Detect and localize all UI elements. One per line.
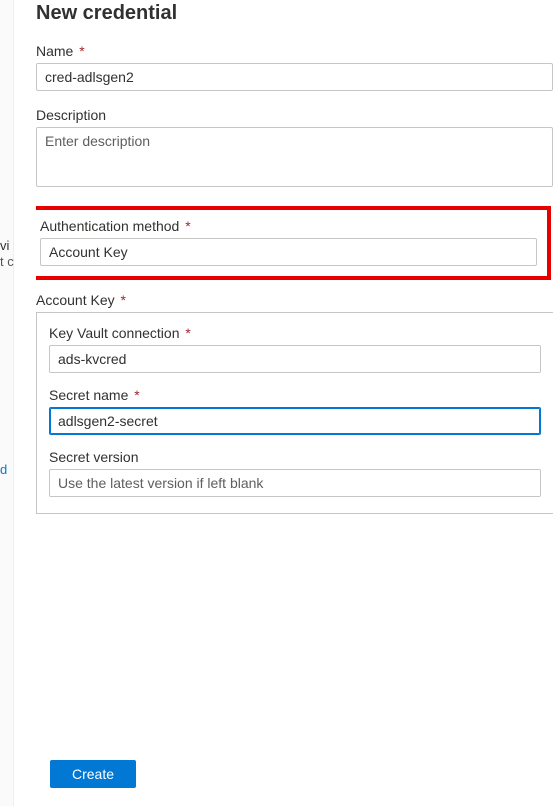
name-field: Name * [36, 43, 553, 91]
label-text: Authentication method [40, 218, 179, 234]
auth-method-field: Authentication method * [40, 218, 537, 266]
bg-link-fragment: d [0, 462, 7, 477]
credential-form: Name * Description Authentication method… [36, 43, 553, 746]
secret-name-input[interactable] [49, 407, 541, 435]
required-mark: * [121, 292, 126, 308]
kv-connection-field: Key Vault connection * [49, 325, 541, 373]
bg-text-fragment: vi [0, 238, 9, 253]
secret-version-input[interactable] [49, 469, 541, 497]
auth-method-highlight: Authentication method * [36, 206, 551, 280]
required-mark: * [185, 325, 190, 341]
required-mark: * [79, 43, 84, 59]
panel-footer: Create [50, 760, 136, 788]
create-button[interactable]: Create [50, 760, 136, 788]
background-panel-fragment: vi t c d [0, 0, 14, 806]
label-text: Secret version [49, 449, 138, 465]
label-text: Secret name [49, 387, 128, 403]
secret-name-field: Secret name * [49, 387, 541, 435]
account-key-section-header: Account Key * [36, 292, 553, 308]
description-field: Description [36, 107, 553, 190]
kv-connection-label: Key Vault connection * [49, 325, 541, 341]
new-credential-panel: New credential Name * Description Authen… [14, 0, 553, 806]
name-label: Name * [36, 43, 553, 59]
secret-name-label: Secret name * [49, 387, 541, 403]
kv-connection-select[interactable] [49, 345, 541, 373]
bg-text-fragment: t c [0, 254, 14, 269]
auth-method-label: Authentication method * [40, 218, 537, 234]
auth-method-select[interactable] [40, 238, 537, 266]
required-mark: * [134, 387, 139, 403]
account-key-subpanel: Key Vault connection * Secret name * Sec… [36, 312, 553, 514]
panel-title: New credential [36, 2, 553, 25]
required-mark: * [185, 218, 190, 234]
label-text: Name [36, 43, 73, 59]
label-text: Key Vault connection [49, 325, 180, 341]
secret-version-label: Secret version [49, 449, 541, 465]
account-key-title: Account Key [36, 292, 115, 308]
label-text: Description [36, 107, 106, 123]
secret-version-field: Secret version [49, 449, 541, 497]
description-input[interactable] [36, 127, 553, 187]
description-label: Description [36, 107, 553, 123]
name-input[interactable] [36, 63, 553, 91]
